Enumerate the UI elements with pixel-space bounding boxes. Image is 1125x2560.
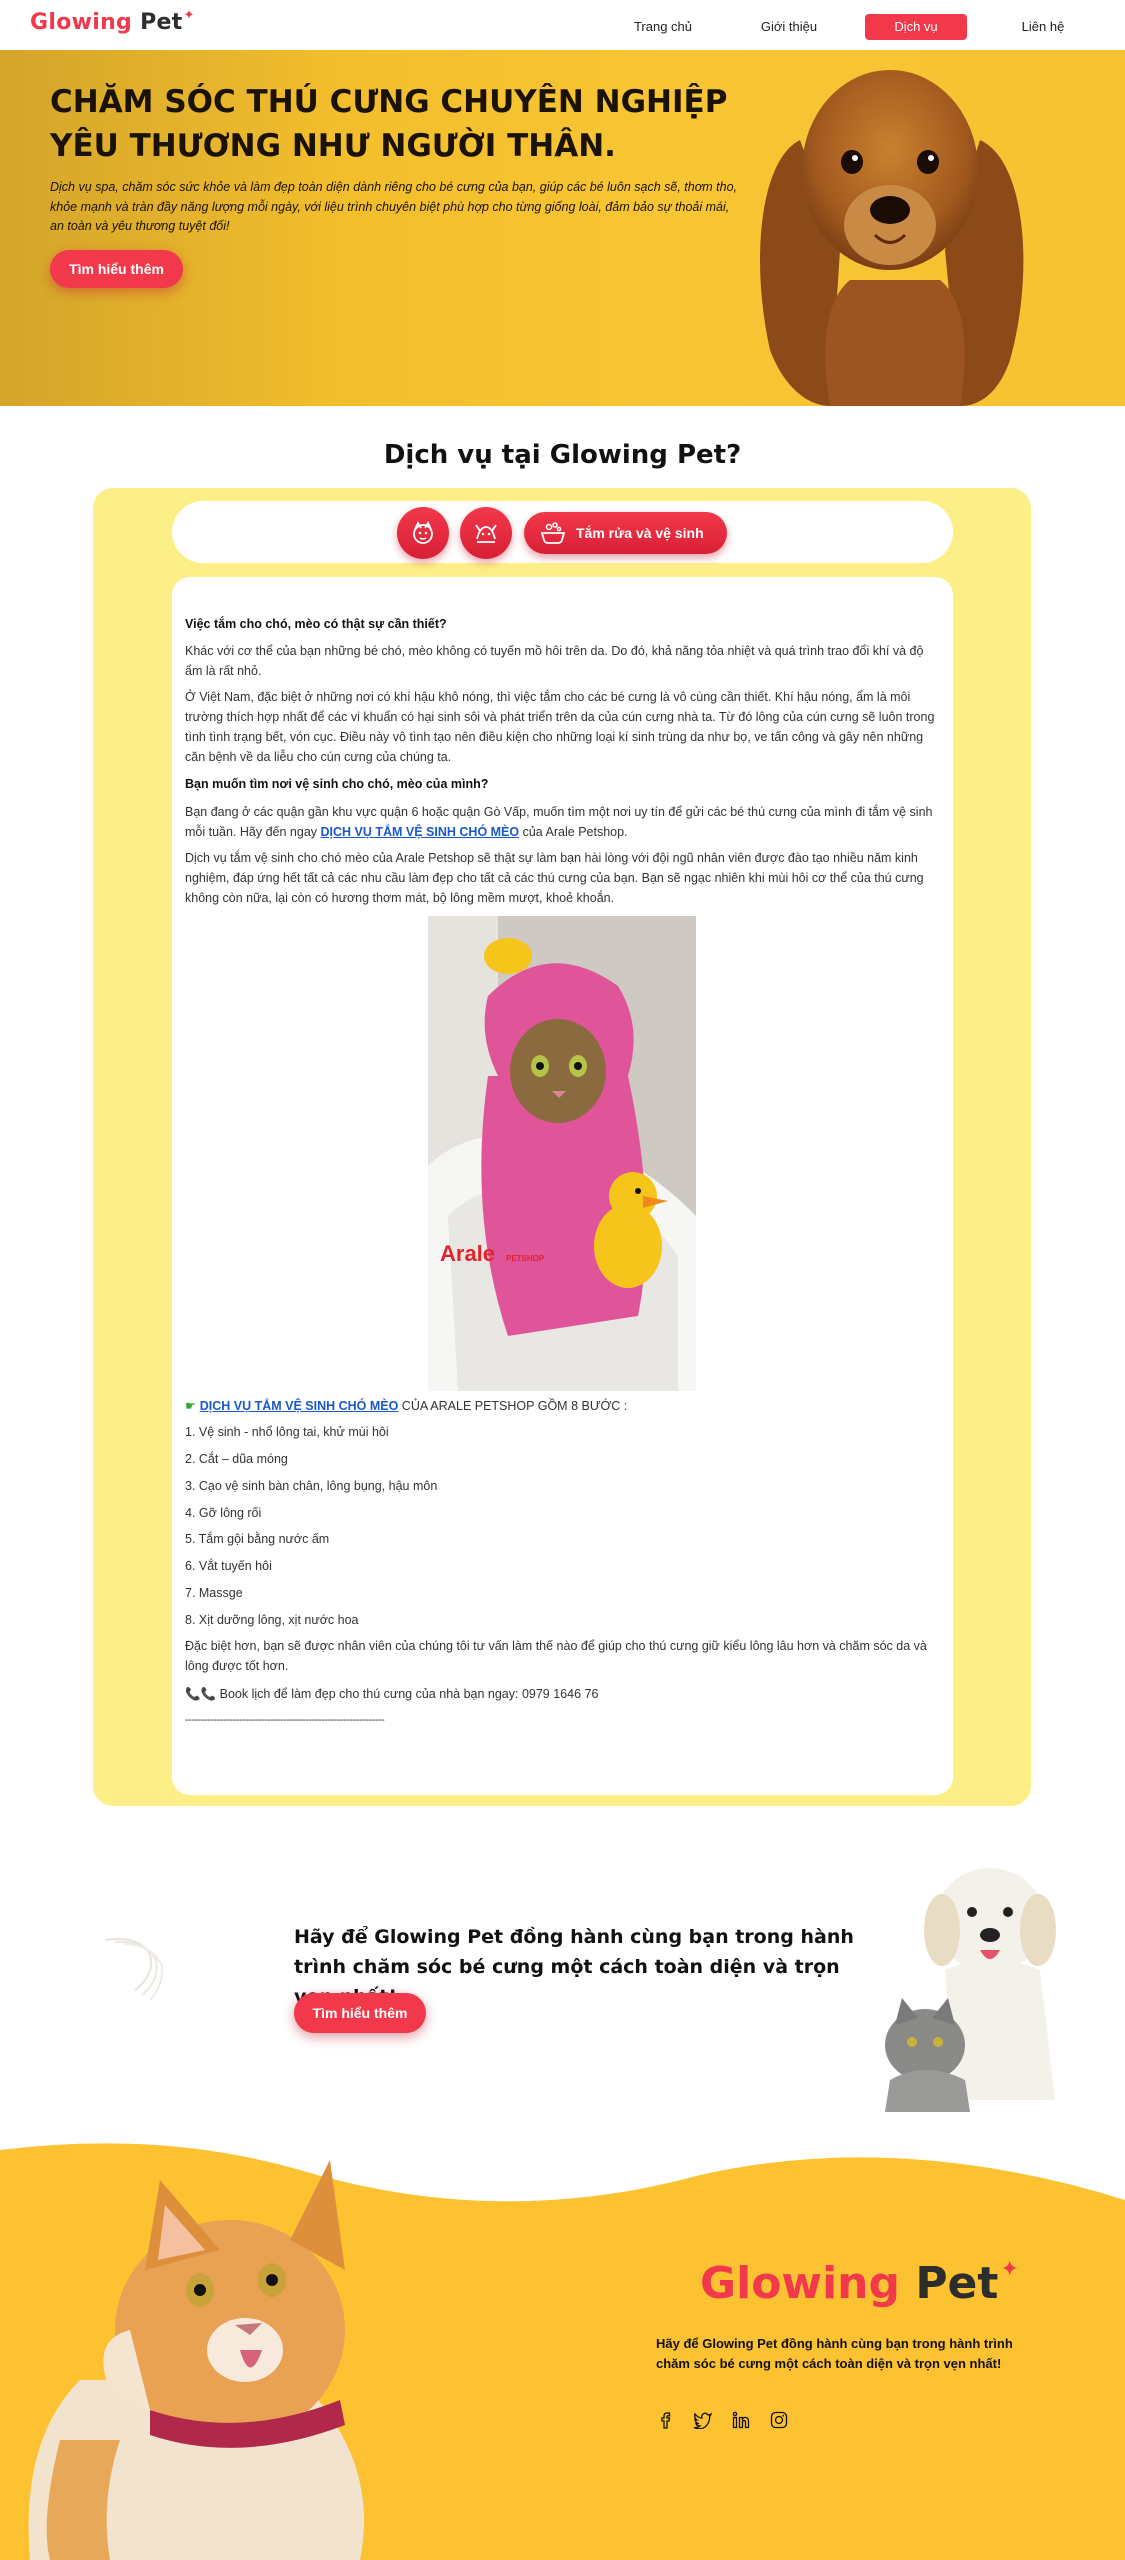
linkedin-icon[interactable] [731, 2410, 751, 2430]
orange-cat-photo [28, 2160, 364, 2560]
hero-title: CHĂM SÓC THÚ CƯNG CHUYÊN NGHIỆP YÊU THƯƠ… [50, 84, 728, 164]
hero-description: Dịch vụ spa, chăm sóc sức khỏe và làm đẹ… [50, 180, 737, 233]
bath-icon [540, 521, 566, 545]
article-heading-2: Bạn muốn tìm nơi vệ sinh cho chó, mèo củ… [185, 777, 489, 791]
article-paragraph-2: Ở Việt Nam, đặc biệt ở những nơi có khí … [185, 690, 935, 764]
step-item: 8. Xịt dưỡng lông, xịt nước hoa [185, 1613, 359, 1627]
brand-name-part2: Pet [140, 10, 183, 35]
booking-line: 📞📞 Book lịch để làm đẹp cho thú cưng của… [185, 1684, 937, 1704]
step-item: 7. Massge [185, 1586, 243, 1600]
health-icon [475, 524, 497, 543]
grooming-icon [413, 521, 433, 544]
step-item: 1. Vệ sinh - nhổ lông tai, khử mùi hôi [185, 1425, 389, 1439]
article-paragraph-4: Dịch vụ tắm vệ sinh cho chó mèo của Aral… [185, 851, 924, 905]
steps-service-link[interactable]: DỊCH VỤ TẮM VỆ SINH CHÓ MÈO [200, 1399, 399, 1413]
top-navbar: Glowing Pet✦ Trang chủ Giới thiệu Dịch v… [0, 0, 1125, 50]
arale-watermark: Arale [440, 1241, 495, 1266]
services-section-title: Dịch vụ tại Glowing Pet? [383, 440, 742, 470]
phone-icon: 📞📞 [185, 1687, 217, 1701]
step-item: 2. Cắt – dũa móng [185, 1452, 288, 1466]
tab-health[interactable] [460, 507, 512, 559]
facebook-icon[interactable] [655, 2410, 675, 2430]
cat-bath-photo: Arale PETSHOP [428, 916, 696, 1391]
instagram-icon[interactable] [769, 2410, 789, 2430]
decorative-lines [104, 1938, 164, 2001]
booking-text: Book lịch để làm đẹp cho thú cưng của nh… [219, 1687, 599, 1701]
tab-bath-label: Tắm rửa và vệ sinh [576, 525, 704, 541]
steps-intro-text: CỦA ARALE PETSHOP GỒM 8 BƯỚC : [398, 1399, 628, 1413]
footer-brand-logo[interactable]: Glowing Pet✦ [700, 2257, 1019, 2309]
hero-banner: CHĂM SÓC THÚ CƯNG CHUYÊN NGHIỆP YÊU THƯƠ… [0, 50, 1125, 406]
footer-brand-name-part2: Pet [915, 2258, 999, 2309]
footer-brand-name-part1: Glowing [700, 2258, 900, 2309]
bath-service-link[interactable]: DỊCH VỤ TẮM VỆ SINH CHÓ MÈO [321, 825, 520, 839]
dog-photo [760, 70, 1024, 406]
nav-item-services[interactable]: Dịch vụ [865, 14, 967, 40]
arale-watermark-small: PETSHOP [506, 1254, 545, 1263]
step-item: 3. Cạo vệ sinh bàn chân, lông bụng, hậu … [185, 1479, 438, 1493]
steps-intro: ☛ DỊCH VỤ TẮM VỆ SINH CHÓ MÈO CỦA ARALE … [185, 1396, 937, 1416]
hero-learn-more-button[interactable]: Tìm hiểu thêm [50, 250, 183, 288]
brand-name-part1: Glowing [30, 10, 133, 35]
step-item: 6. Vắt tuyến hôi [185, 1559, 272, 1573]
brand-logo[interactable]: Glowing Pet✦ [30, 8, 195, 35]
article-paragraph-3: Bạn đang ở các quận gần khu vực quận 6 h… [185, 802, 937, 842]
dog-and-cat-photo [885, 1868, 1056, 2112]
twitter-icon[interactable] [693, 2410, 713, 2430]
article-paragraph-3-end: của Arale Petshop. [519, 825, 628, 839]
article-divider: ----------------------------------------… [185, 1714, 385, 1726]
article-paragraph-1: Khác với cơ thể của bạn những bé chó, mè… [185, 644, 924, 678]
article-heading-1: Việc tắm cho chó, mèo có thật sự cần thi… [185, 617, 447, 631]
footer-sparkle-icon: ✦ [1000, 2257, 1019, 2282]
tab-grooming[interactable] [397, 507, 449, 559]
nav-item-home[interactable]: Trang chủ [612, 14, 714, 40]
sparkle-icon: ✦ [183, 8, 195, 23]
step-item: 4. Gỡ lông rối [185, 1506, 262, 1520]
pointing-hand-icon: ☛ [185, 1399, 197, 1413]
footer-tagline: Hãy để Glowing Pet đồng hành cùng bạn tr… [656, 2336, 1013, 2371]
step-item: 5. Tắm gội bằng nước ấm [185, 1532, 330, 1546]
nav-item-about[interactable]: Giới thiệu [738, 14, 840, 40]
tab-bath[interactable]: Tắm rửa và vệ sinh [524, 512, 727, 554]
article-paragraph-5: Đặc biệt hơn, bạn sẽ được nhân viên của … [185, 1639, 927, 1673]
cta-learn-more-button[interactable]: Tìm hiểu thêm [294, 1993, 426, 2033]
nav-item-contact[interactable]: Liên hệ [992, 14, 1094, 40]
